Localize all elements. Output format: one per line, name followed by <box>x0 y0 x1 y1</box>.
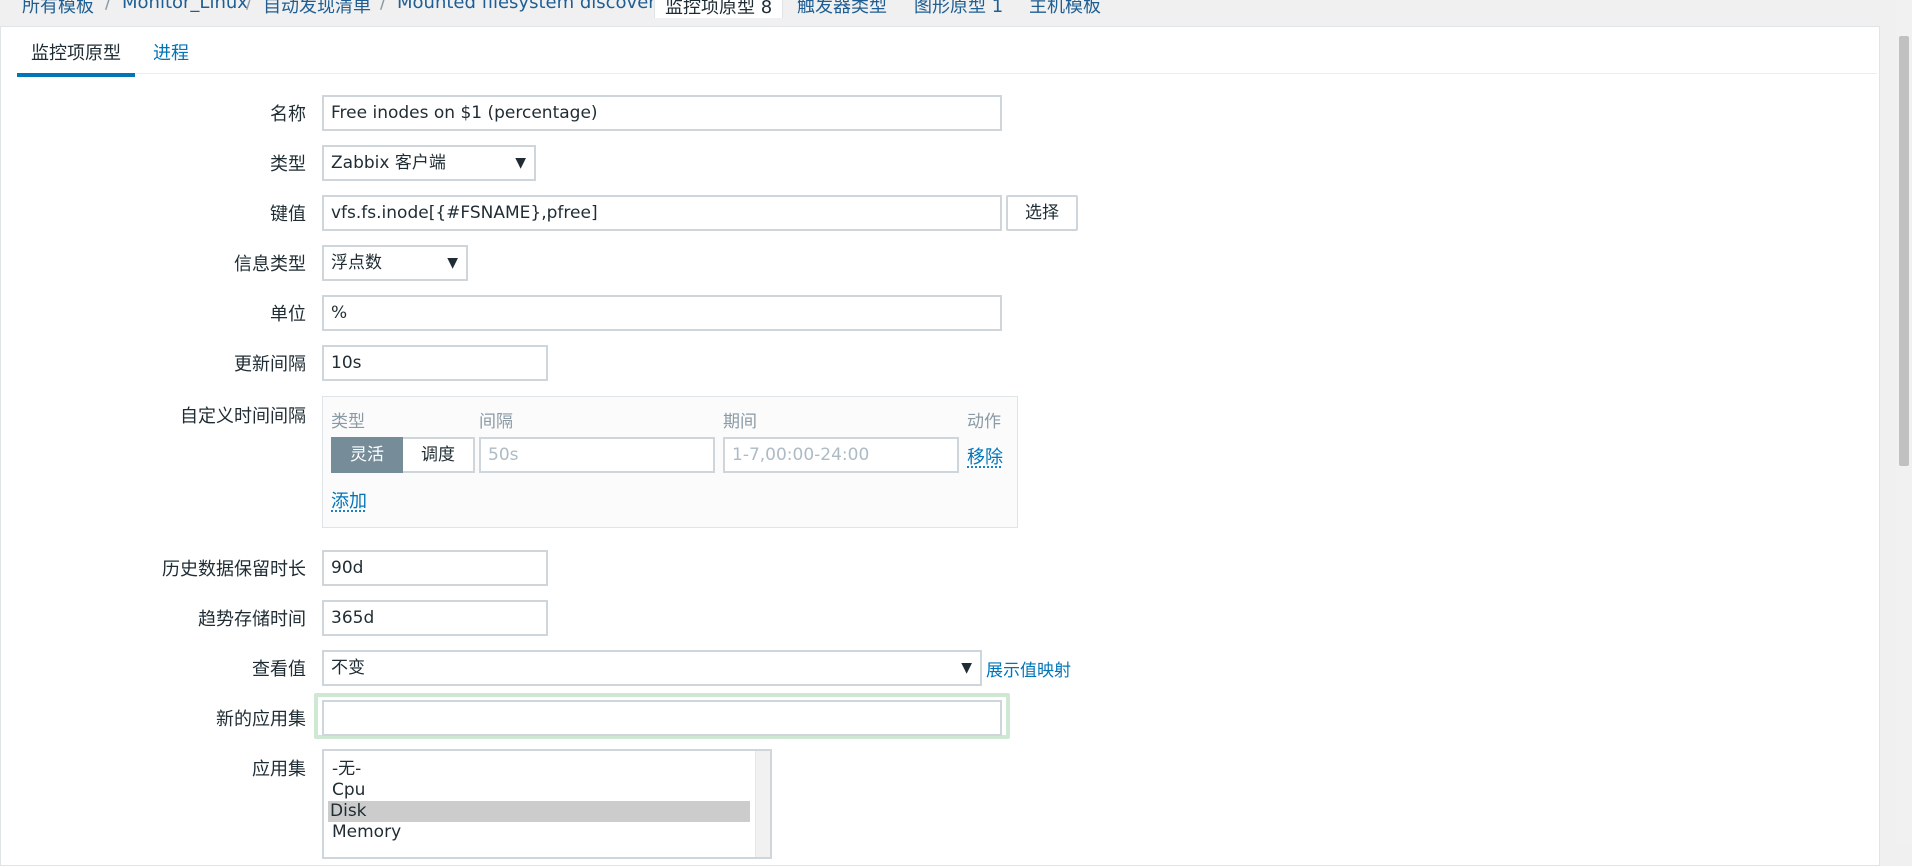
custom-intervals-label: 自定义时间间隔 <box>180 406 306 427</box>
applications-label: 应用集 <box>252 759 306 780</box>
type-select-value: Zabbix 客户端 <box>331 153 446 173</box>
custom-intervals-header-interval: 间隔 <box>479 412 513 432</box>
application-option-selected[interactable]: Disk <box>328 801 750 822</box>
history-label: 历史数据保留时长 <box>162 559 306 580</box>
key-input[interactable]: vfs.fs.inode[{#FSNAME},pfree] <box>322 195 1002 231</box>
tab-bar: 监控项原型 进程 <box>17 27 1877 77</box>
trends-input[interactable]: 365d <box>322 600 548 636</box>
history-input[interactable]: 90d <box>322 550 548 586</box>
custom-intervals-header-type: 类型 <box>331 412 365 432</box>
custom-intervals-table: 类型 间隔 期间 动作 灵活 调度 50s 1-7,00:00-24:00 移除… <box>322 396 1018 528</box>
custom-intervals-header-action: 动作 <box>967 412 1001 432</box>
update-interval-label: 更新间隔 <box>234 354 306 375</box>
breadcrumb-separator: / <box>105 0 112 13</box>
breadcrumb-template[interactable]: Monitor_Linux <box>122 0 248 13</box>
breadcrumb-discovery-rule[interactable]: Mounted filesystem discovery <box>397 0 666 13</box>
triangle-down-icon: ▼ <box>961 660 972 676</box>
value-type-select[interactable]: 浮点数 ▼ <box>322 245 468 281</box>
value-type-select-value: 浮点数 <box>331 253 382 273</box>
add-interval-link[interactable]: 添加 <box>331 487 367 513</box>
key-label: 键值 <box>270 204 306 225</box>
breadcrumb-host-templates[interactable]: 主机模板 <box>1029 0 1101 18</box>
page: 所有模板 / Monitor_Linux / 自动发现清单 / Mounted … <box>0 0 1912 866</box>
tab-item-prototype[interactable]: 监控项原型 <box>17 39 135 77</box>
show-value-select-value: 不变 <box>331 658 365 678</box>
triangle-down-icon: ▼ <box>447 255 458 271</box>
type-select[interactable]: Zabbix 客户端 ▼ <box>322 145 536 181</box>
remove-interval-link[interactable]: 移除 <box>967 443 1003 469</box>
trends-label: 趋势存储时间 <box>198 609 306 630</box>
application-option[interactable]: -无- <box>330 759 750 780</box>
custom-intervals-header-period: 期间 <box>723 412 757 432</box>
page-scrollbar[interactable] <box>1896 0 1912 845</box>
show-value-select[interactable]: 不变 ▼ <box>322 650 982 686</box>
update-interval-input[interactable]: 10s <box>322 345 548 381</box>
application-option[interactable]: Memory <box>330 822 750 843</box>
type-label: 类型 <box>270 154 306 175</box>
name-label: 名称 <box>270 104 306 125</box>
interval-input[interactable]: 50s <box>479 437 715 473</box>
breadcrumb-trigger-types[interactable]: 触发器类型 <box>797 0 887 18</box>
triangle-down-icon: ▼ <box>515 155 526 171</box>
units-input[interactable]: % <box>322 295 1002 331</box>
page-scrollbar-thumb[interactable] <box>1899 36 1909 466</box>
units-label: 单位 <box>270 304 306 325</box>
listbox-scrollbar[interactable] <box>755 751 770 857</box>
show-value-mappings-link[interactable]: 展示值映射 <box>986 656 1071 681</box>
breadcrumb-separator: / <box>380 0 387 13</box>
breadcrumb: 所有模板 / Monitor_Linux / 自动发现清单 / Mounted … <box>0 0 1890 22</box>
scheduling-toggle[interactable]: 调度 <box>403 437 475 473</box>
period-input[interactable]: 1-7,00:00-24:00 <box>723 437 959 473</box>
show-value-label: 查看值 <box>252 659 306 680</box>
name-input[interactable]: Free inodes on $1 (percentage) <box>322 95 1002 131</box>
breadcrumb-discovery-list[interactable]: 自动发现清单 <box>263 0 371 18</box>
breadcrumb-item-prototypes[interactable]: 监控项原型 8 <box>654 0 784 18</box>
new-application-input[interactable] <box>322 700 1002 736</box>
tab-process[interactable]: 进程 <box>153 39 189 65</box>
breadcrumb-separator: / <box>246 0 253 13</box>
breadcrumb-graph-prototypes[interactable]: 图形原型 1 <box>914 0 1003 18</box>
new-application-label: 新的应用集 <box>216 709 306 730</box>
application-option[interactable]: Cpu <box>330 780 750 801</box>
flexible-toggle[interactable]: 灵活 <box>331 437 403 473</box>
applications-listbox[interactable]: -无- Cpu Disk Memory <box>322 749 772 859</box>
breadcrumb-all-templates[interactable]: 所有模板 <box>22 0 94 18</box>
select-key-button[interactable]: 选择 <box>1006 195 1078 231</box>
value-type-label: 信息类型 <box>234 254 306 275</box>
